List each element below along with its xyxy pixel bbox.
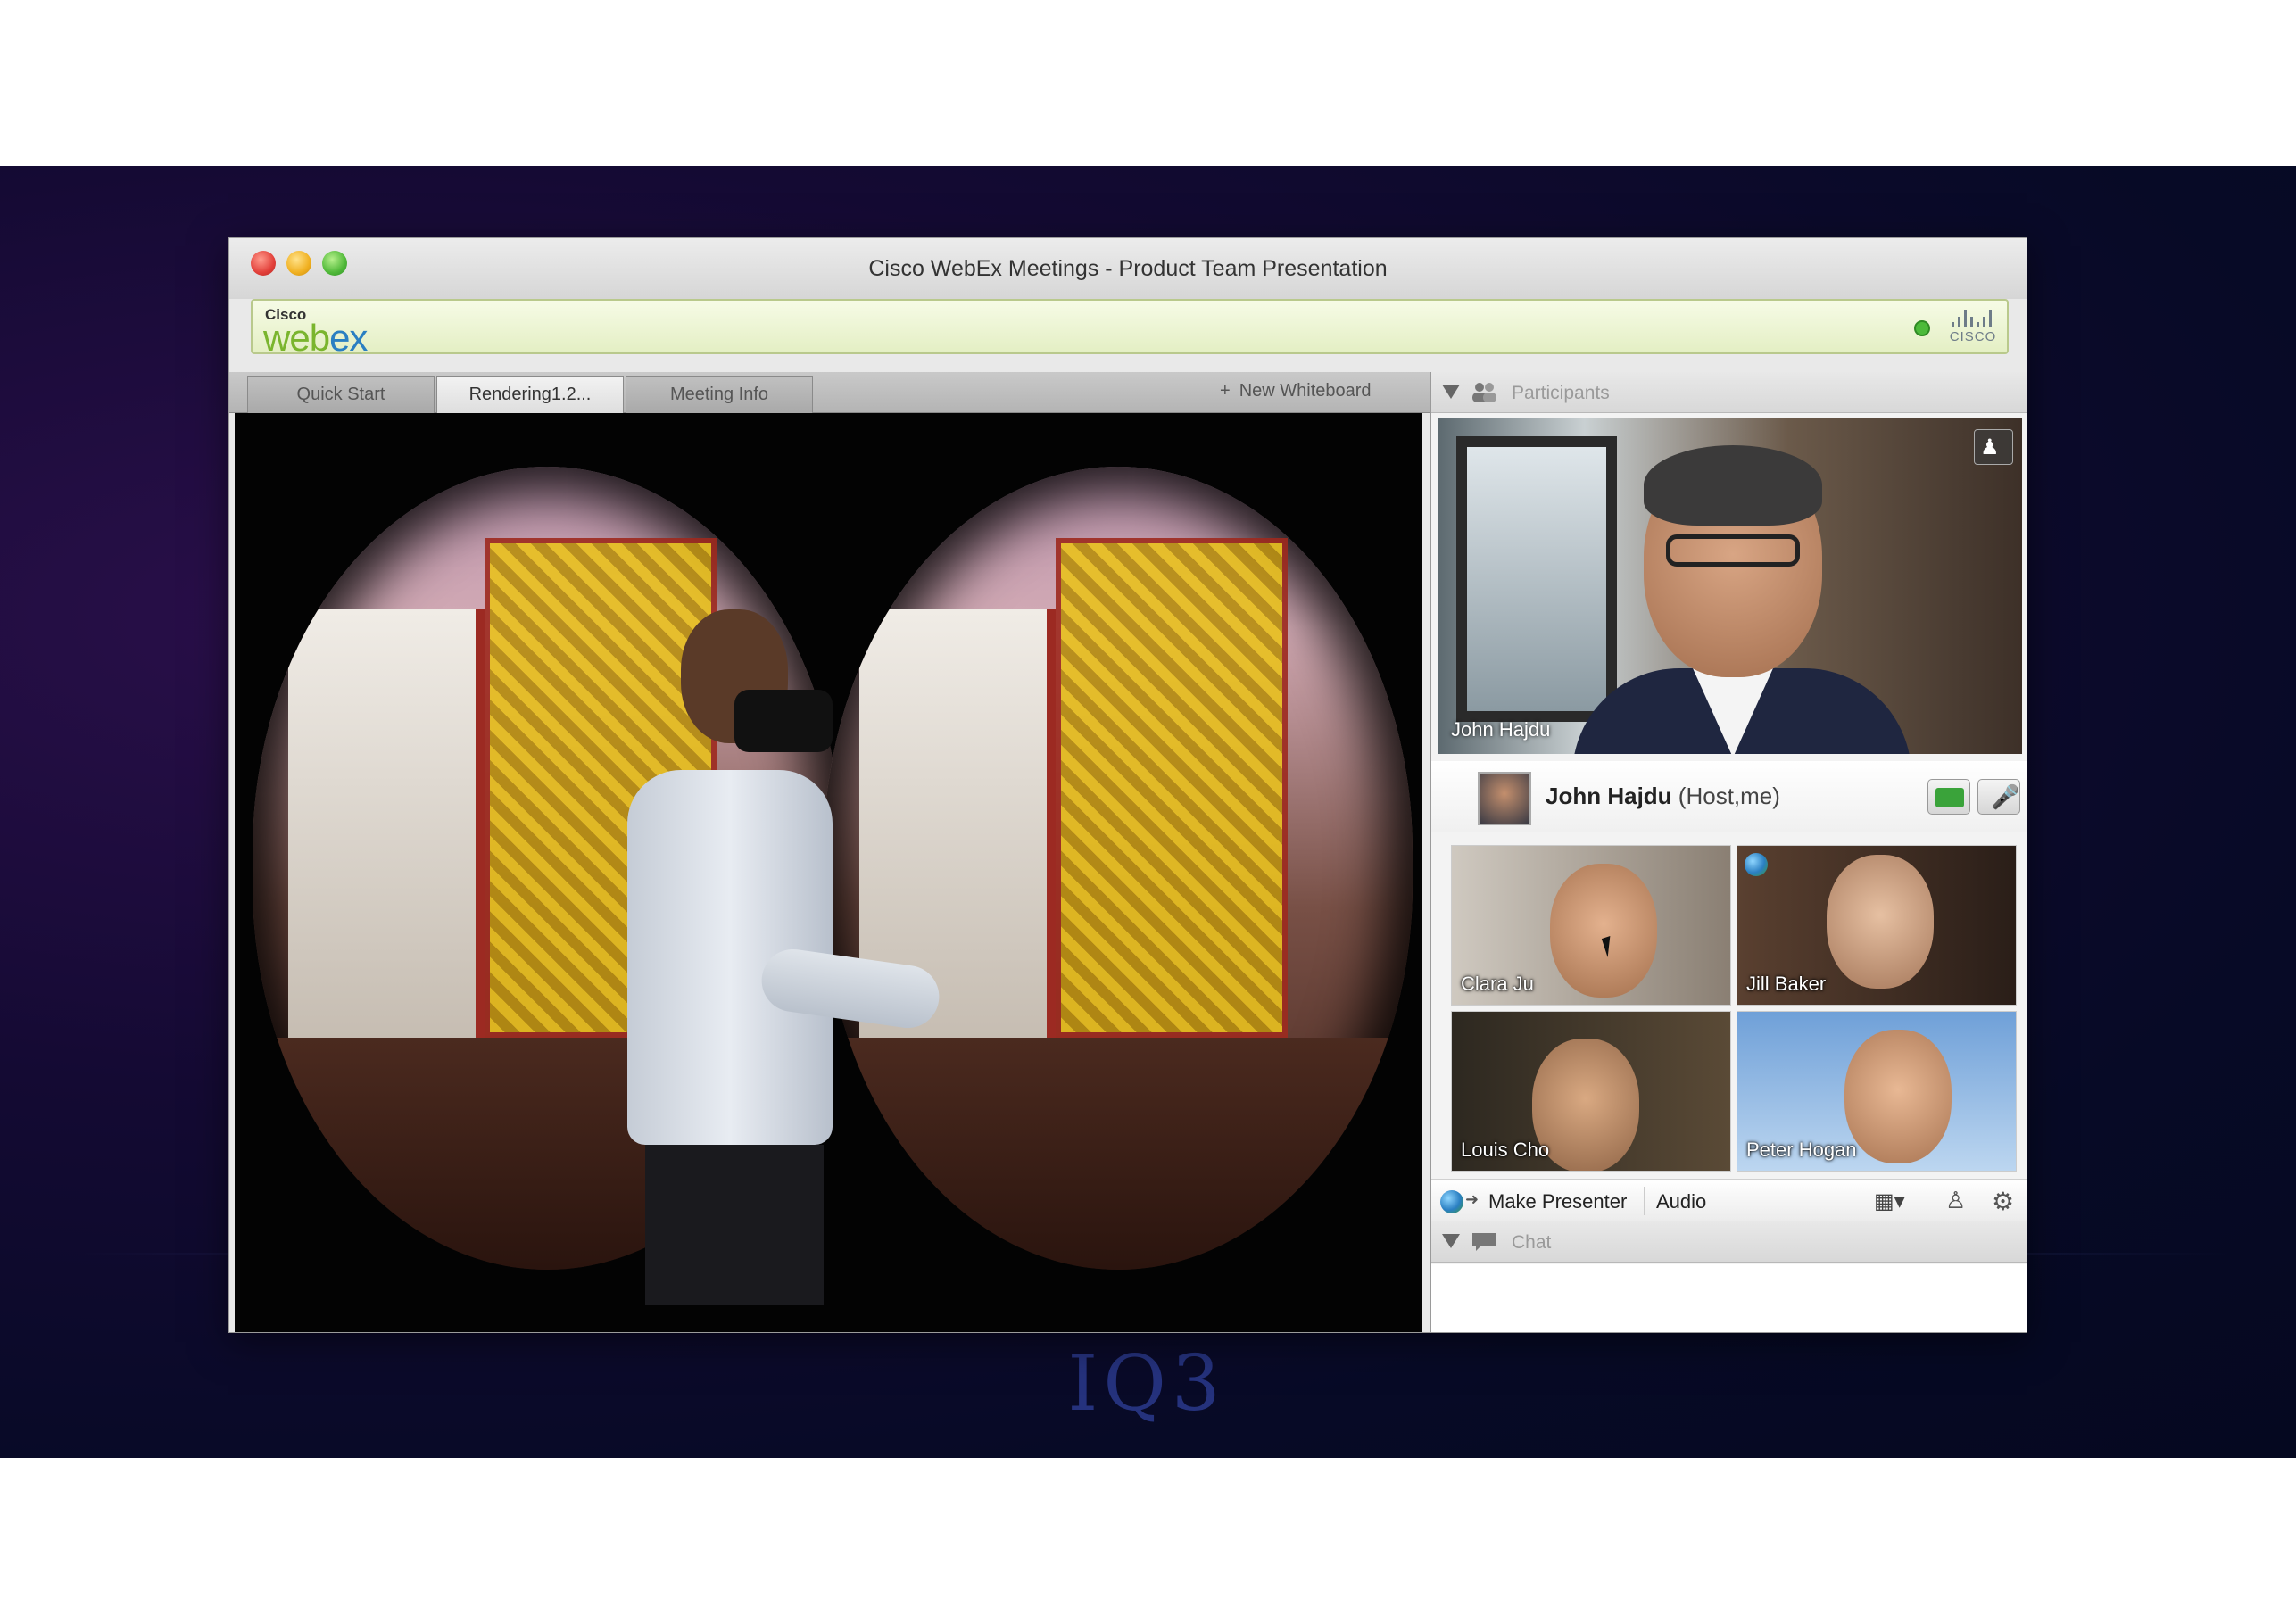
presenter-ball-icon[interactable] xyxy=(1440,1190,1463,1213)
host-participant-row[interactable]: John Hajdu (Host,me) 🎤 xyxy=(1431,761,2027,832)
host-name: John Hajdu (Host,me) xyxy=(1546,783,1780,810)
vr-user-figure xyxy=(601,609,943,1305)
people-grid-icon: ♟ xyxy=(1980,435,2000,460)
cisco-bars-icon xyxy=(1952,310,1994,327)
chat-header[interactable]: Chat xyxy=(1431,1221,2027,1263)
speaker-glasses xyxy=(1666,534,1800,567)
participant-name: Peter Hogan xyxy=(1746,1139,1857,1161)
participant-name: Louis Cho xyxy=(1461,1139,1550,1161)
participants-header-label: Participants xyxy=(1512,383,1610,403)
participants-icon xyxy=(1472,383,1496,402)
gear-icon: ⚙ xyxy=(1992,1188,2015,1215)
connection-status-icon xyxy=(1914,320,1930,336)
tab-rendering[interactable]: Rendering1.2... xyxy=(436,376,624,413)
video-background-window xyxy=(1456,436,1617,722)
collapse-triangle-icon[interactable] xyxy=(1442,385,1460,399)
chat-area[interactable] xyxy=(1431,1264,2027,1332)
participant-thumbnail[interactable]: Clara Ju xyxy=(1451,845,1731,1006)
speaker-hair xyxy=(1644,445,1822,526)
vr-building xyxy=(288,609,485,1038)
vr-floor xyxy=(824,1038,1413,1270)
chat-header-label: Chat xyxy=(1512,1232,1552,1253)
plus-icon: + xyxy=(1220,381,1231,401)
participant-name: Jill Baker xyxy=(1746,973,1827,995)
tab-bar: Quick Start Rendering1.2... Meeting Info… xyxy=(229,372,1430,413)
vr-lens-right xyxy=(824,467,1413,1270)
webex-logo-web: web xyxy=(263,317,330,359)
participant-thumbnail[interactable]: Jill Baker xyxy=(1737,845,2017,1006)
toolbar-divider xyxy=(1644,1187,1645,1215)
new-whiteboard-button[interactable]: + New Whiteboard xyxy=(1220,381,1372,402)
participant-name: Clara Ju xyxy=(1461,973,1534,995)
avatar xyxy=(1478,772,1531,825)
arrow-right-icon: ➜ xyxy=(1465,1190,1480,1208)
vr-scaffold-tower xyxy=(1056,538,1288,1038)
make-presenter-button[interactable]: Make Presenter xyxy=(1488,1190,1627,1213)
tab-meeting-info[interactable]: Meeting Info xyxy=(626,376,813,413)
presenter-globe-icon xyxy=(1745,853,1768,876)
layout-menu-button[interactable]: ▦▾ xyxy=(1874,1188,1919,1213)
chat-bubble-icon xyxy=(1472,1233,1496,1251)
shared-content-viewer[interactable] xyxy=(235,413,1422,1332)
invite-participant-button[interactable]: ♙ xyxy=(1945,1187,1977,1215)
participant-face xyxy=(1827,855,1934,989)
cisco-logo: CISCO xyxy=(1946,308,2000,347)
cisco-logo-label: CISCO xyxy=(1949,329,1997,344)
webex-brand-bar: Cisco webex CISCO xyxy=(251,299,2009,359)
tab-quick-start[interactable]: Quick Start xyxy=(247,376,435,413)
add-user-icon: ♙ xyxy=(1945,1187,1967,1213)
window-titlebar[interactable]: Cisco WebEx Meetings - Product Team Pres… xyxy=(229,238,2027,299)
microphone-muted-icon: 🎤 xyxy=(1991,783,2020,810)
host-name-text: John Hajdu xyxy=(1546,783,1672,809)
participants-panel: Participants John Hajdu ♟ John Hajdu (Ho… xyxy=(1430,372,2027,1332)
webex-window: Cisco WebEx Meetings - Product Team Pres… xyxy=(228,237,2027,1333)
active-video-name: John Hajdu xyxy=(1451,718,1551,741)
iq3-watermark-logo: IQ3 xyxy=(1067,1339,1226,1428)
mute-button[interactable]: 🎤 xyxy=(1977,779,2020,815)
person-legs xyxy=(645,1145,824,1305)
webex-logo-ex: ex xyxy=(329,317,368,359)
active-speaker-video[interactable]: John Hajdu ♟ xyxy=(1438,418,2022,754)
window-title: Cisco WebEx Meetings - Product Team Pres… xyxy=(868,256,1388,281)
webex-logo: Cisco webex xyxy=(263,304,406,359)
collapse-triangle-icon[interactable] xyxy=(1442,1234,1460,1248)
participant-face xyxy=(1844,1030,1952,1163)
new-whiteboard-label: New Whiteboard xyxy=(1239,381,1372,401)
participant-thumbnail[interactable]: Peter Hogan xyxy=(1737,1011,2017,1172)
vr-headset xyxy=(734,690,833,752)
switch-view-button[interactable]: ♟ xyxy=(1974,429,2013,465)
host-role: (Host,me) xyxy=(1678,783,1780,809)
participant-face xyxy=(1550,864,1657,998)
participant-action-bar: ➜ Make Presenter Audio ▦▾ ♙ ⚙ xyxy=(1431,1179,2027,1221)
webex-logo-wordmark: webex xyxy=(263,317,368,360)
audio-button[interactable]: Audio xyxy=(1656,1190,1706,1213)
participants-header[interactable]: Participants xyxy=(1431,372,2027,413)
video-camera-button[interactable] xyxy=(1927,779,1970,815)
participant-thumbnails: Clara Ju Jill Baker Louis Cho Peter Hoga… xyxy=(1451,845,2017,1172)
video-camera-icon xyxy=(1935,788,1964,807)
settings-button[interactable]: ⚙ xyxy=(1992,1187,2020,1215)
participant-thumbnail[interactable]: Louis Cho xyxy=(1451,1011,1731,1172)
grid-layout-icon: ▦▾ xyxy=(1874,1189,1905,1213)
